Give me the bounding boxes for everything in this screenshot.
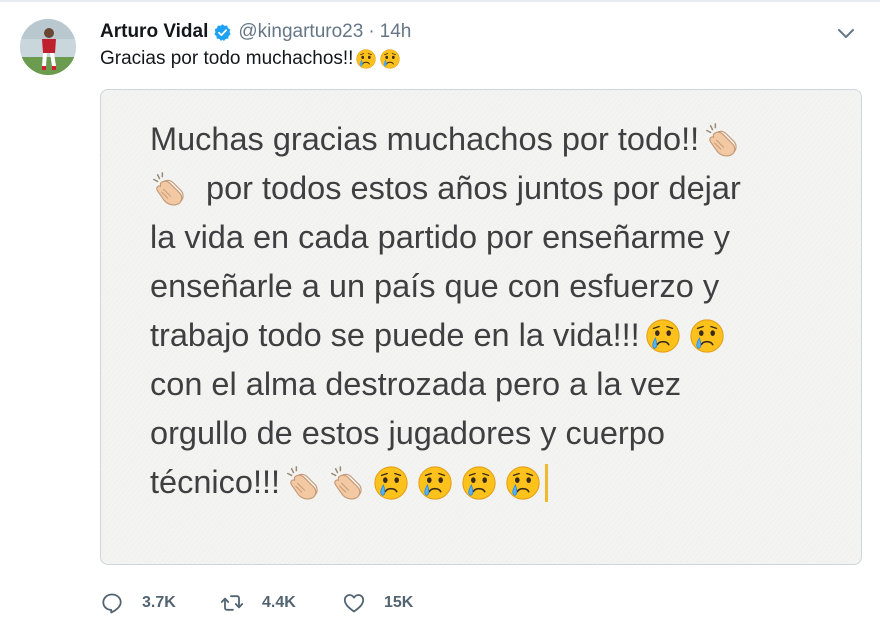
note-line-text: Muchas gracias muchachos por todo!!: [150, 121, 700, 157]
note-line: trabajo todo se puede en la vida!!!: [150, 311, 840, 360]
reply-button[interactable]: 3.7K: [100, 591, 220, 615]
handle[interactable]: @kingarturo23: [238, 21, 363, 43]
retweet-button[interactable]: 4.4K: [220, 591, 342, 615]
reply-count: 3.7K: [142, 594, 176, 611]
note-line: orgullo de estos jugadores y cuerpo: [150, 409, 840, 458]
note-line-text: la vida en cada partido por enseñarme y: [150, 219, 730, 255]
chevron-down-icon[interactable]: [836, 23, 856, 43]
crying-face-icon: [372, 464, 410, 502]
tweet-text: Gracias por todo muchachos!!: [100, 48, 401, 70]
avatar[interactable]: [20, 19, 76, 75]
clapping-hands-icon: [703, 121, 741, 159]
crying-face-icon: [688, 317, 726, 355]
tweet-actions: 3.7K 4.4K 15K: [100, 590, 413, 616]
tweet-text-content: Gracias por todo muchachos!!: [100, 48, 354, 69]
tweet[interactable]: Arturo Vidal @kingarturo23 · 14h Gracias…: [0, 0, 880, 623]
reply-icon: [102, 593, 122, 614]
crying-face-icon: [355, 48, 377, 70]
note-line-text: por todos estos años juntos por dejar: [206, 170, 741, 206]
clapping-hands-icon: [328, 464, 366, 502]
like-count: 15K: [384, 594, 414, 611]
note-line: con el alma destrozada pero a la vez: [150, 360, 840, 409]
retweet-icon: [220, 595, 244, 611]
note-line-text: técnico!!!: [150, 464, 281, 500]
player-avatar-icon: [20, 19, 76, 75]
tweet-header: Arturo Vidal @kingarturo23 · 14h: [100, 19, 411, 45]
divider: [0, 0, 880, 2]
note-line: Muchas gracias muchachos por todo!!: [150, 115, 840, 164]
note-line: la vida en cada partido por enseñarme y: [150, 213, 840, 262]
clapping-hands-icon: [284, 464, 322, 502]
retweet-count: 4.4K: [262, 594, 296, 611]
note-line: enseñarle a un país que con esfuerzo y: [150, 262, 840, 311]
text-cursor: [545, 463, 549, 502]
note-line: técnico!!!: [150, 458, 840, 507]
crying-face-icon: [460, 464, 498, 502]
crying-face-icon: [379, 48, 401, 70]
note-line-text: con el alma destrozada pero a la vez: [150, 366, 682, 402]
heart-icon: [343, 594, 365, 613]
tweet-media-image[interactable]: Muchas gracias muchachos por todo!! por …: [100, 89, 862, 565]
clapping-hands-icon: [150, 170, 188, 208]
crying-face-icon: [504, 464, 542, 502]
note-line-text: enseñarle a un país que con esfuerzo y: [150, 268, 720, 304]
display-name[interactable]: Arturo Vidal: [100, 21, 208, 43]
separator: ·: [368, 21, 375, 42]
timestamp[interactable]: 14h: [380, 21, 412, 43]
verified-badge-icon: [214, 23, 231, 41]
note-line-text: orgullo de estos jugadores y cuerpo: [150, 415, 665, 451]
like-button[interactable]: 15K: [342, 591, 413, 615]
note-line: por todos estos años juntos por dejar: [150, 164, 840, 213]
crying-face-icon: [644, 317, 682, 355]
note-text: Muchas gracias muchachos por todo!! por …: [150, 115, 840, 507]
note-line-text: trabajo todo se puede en la vida!!!: [150, 317, 640, 353]
crying-face-icon: [416, 464, 454, 502]
